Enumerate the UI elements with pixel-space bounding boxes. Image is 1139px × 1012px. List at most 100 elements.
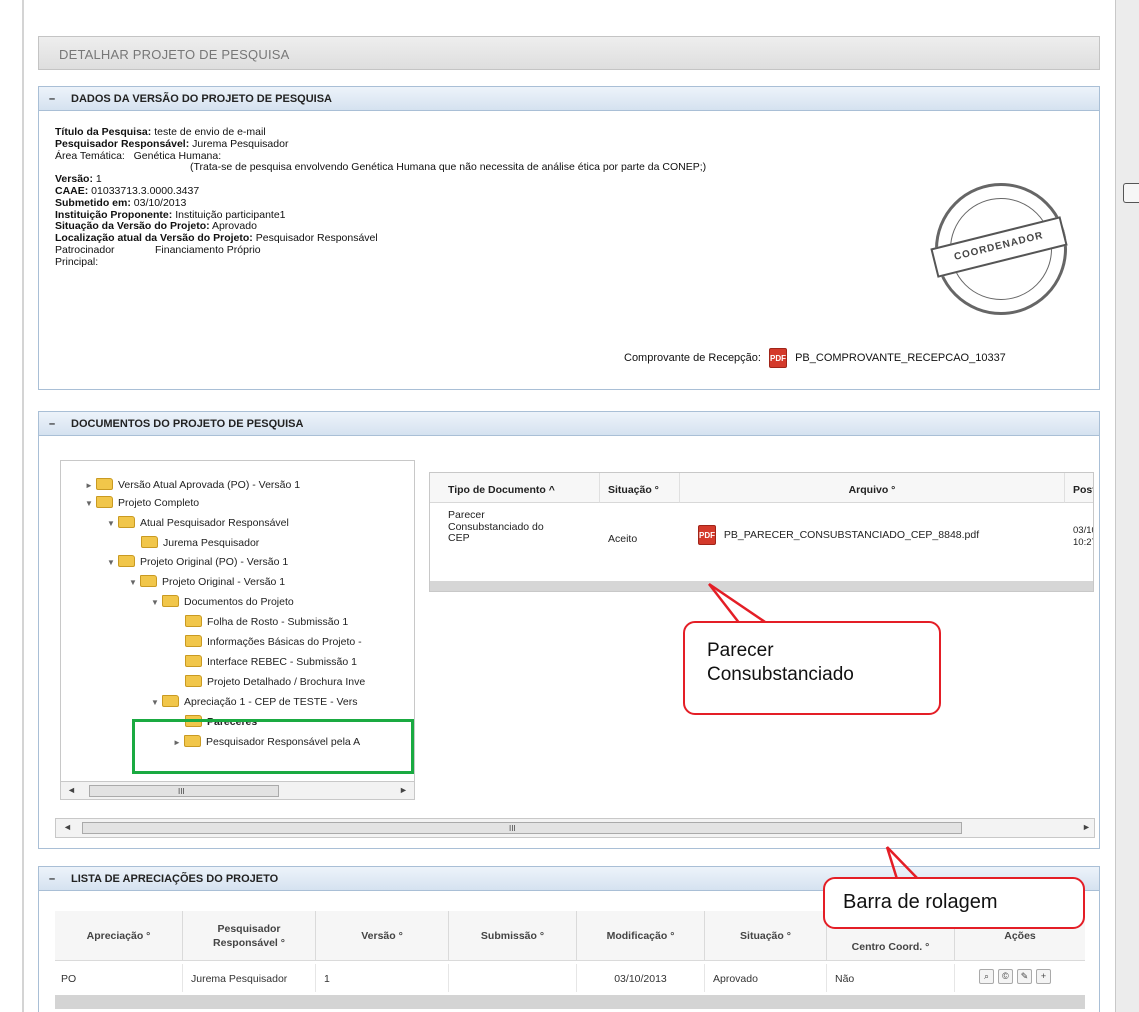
collapse-icon[interactable]: –	[49, 873, 59, 885]
page-title: DETALHAR PROJETO DE PESQUISA	[38, 36, 1100, 70]
main-horizontal-scrollbar[interactable]: ◄ III ►	[55, 818, 1095, 838]
principal-label: Principal:	[55, 255, 99, 268]
left-divider	[22, 0, 24, 1012]
pdf-icon[interactable]: PDF	[698, 525, 716, 545]
folder-icon	[118, 516, 135, 528]
scroll-thumb[interactable]: III	[82, 822, 962, 834]
scrollbar-callout: Barra de rolagem	[823, 877, 1085, 929]
cell-centro-coord: Não	[827, 964, 955, 992]
cell-situacao: Aprovado	[705, 964, 827, 992]
titulo-label: Título da Pesquisa:	[55, 126, 152, 138]
tree-node[interactable]: Interface REBEC - Submissão 1	[185, 655, 357, 668]
pesquisador-label: Pesquisador Responsável:	[55, 137, 190, 150]
folder-icon	[162, 595, 179, 607]
folder-icon	[185, 615, 202, 627]
add-icon[interactable]: +	[1036, 969, 1051, 984]
grip-icon: III	[178, 787, 185, 796]
tree-node[interactable]: ▼ Documentos do Projeto	[151, 595, 294, 608]
grip-icon: III	[509, 824, 516, 833]
tree-node[interactable]: ▼ Apreciação 1 - CEP de TESTE - Vers	[151, 695, 358, 708]
collapse-node-icon[interactable]: ▼	[107, 519, 115, 528]
appraisals-scroll-strip[interactable]	[55, 995, 1085, 1009]
col-situacao[interactable]: Situação °	[600, 473, 680, 503]
col-apreciacao[interactable]: Apreciação °	[55, 911, 183, 961]
folder-icon	[185, 655, 202, 667]
folder-icon	[96, 478, 113, 490]
titulo-value: teste de envio de e-mail	[154, 126, 266, 138]
area-note: (Trata-se de pesquisa envolvendo Genétic…	[190, 161, 707, 174]
callout-line-2: Consubstanciado	[707, 664, 854, 685]
panel-header-documentos[interactable]: – DOCUMENTOS DO PROJETO DE PESQUISA	[39, 412, 1099, 436]
cell-submissao	[449, 964, 577, 992]
collapse-icon[interactable]: –	[49, 418, 59, 430]
arquivo-cell: PDF PB_PARECER_CONSUBSTANCIADO_CEP_8848.…	[698, 525, 979, 545]
col-postagem[interactable]: Posta	[1065, 473, 1093, 503]
pesquisador-value: Jurema Pesquisador	[192, 137, 289, 150]
cell-apreciacao: PO	[55, 964, 183, 992]
documents-table: Tipo de Documento ^ Situação ° Arquivo °…	[429, 472, 1094, 592]
localizacao-label: Localização atual da Versão do Projeto:	[55, 232, 253, 245]
panel-header-dados[interactable]: – DADOS DA VERSÃO DO PROJETO DE PESQUISA	[39, 87, 1099, 111]
versao-label: Versão:	[55, 173, 93, 186]
panel-title: LISTA DE APRECIAÇÕES DO PROJETO	[71, 873, 279, 885]
collapse-node-icon[interactable]: ▼	[107, 558, 115, 567]
situacao-value: Aprovado	[211, 220, 257, 233]
col-submissao[interactable]: Submissão °	[449, 911, 577, 961]
tree-node[interactable]: ▼ Projeto Completo	[85, 496, 199, 509]
scroll-thumb[interactable]: III	[89, 785, 279, 797]
col-versao[interactable]: Versão °	[316, 911, 449, 961]
callout-text: Barra de rolagem	[843, 891, 998, 913]
folder-icon	[141, 536, 158, 548]
col-situacao[interactable]: Situação °	[705, 911, 827, 961]
tree-horizontal-scrollbar[interactable]: ◄ III ►	[61, 781, 414, 799]
folder-icon	[162, 695, 179, 707]
cell-modificacao: 03/10/2013	[577, 964, 705, 992]
submetido-value: 03/10/2013	[133, 196, 187, 209]
folder-icon	[185, 635, 202, 647]
scroll-right-icon[interactable]: ►	[399, 785, 408, 795]
receipt-file-link[interactable]: PB_COMPROVANTE_RECEPCAO_10337	[795, 352, 1006, 364]
collapse-icon[interactable]: –	[49, 93, 59, 105]
postagem-cell: 03/10/ 10:27:	[1073, 525, 1093, 548]
folder-icon	[185, 675, 202, 687]
collapse-node-icon[interactable]: ▼	[151, 698, 159, 707]
docs-table-scrollbar[interactable]	[430, 581, 1093, 591]
col-tipo[interactable]: Tipo de Documento ^	[430, 473, 600, 503]
search-icon[interactable]: ⌕	[979, 969, 994, 984]
panel-title: DOCUMENTOS DO PROJETO DE PESQUISA	[71, 418, 304, 430]
collapse-node-icon[interactable]: ▼	[151, 598, 159, 607]
col-modificacao[interactable]: Modificação °	[577, 911, 705, 961]
tree-node[interactable]: ▼ Atual Pesquisador Responsável	[107, 516, 289, 529]
instituicao-value: Instituição participante1	[175, 208, 286, 221]
collapse-node-icon[interactable]: ▼	[129, 578, 137, 587]
edit-icon[interactable]: ✎	[1017, 969, 1032, 984]
area-value: Genética Humana:	[133, 149, 222, 162]
cell-versao: 1	[316, 964, 449, 992]
callout-line-1: Parecer	[707, 640, 774, 661]
right-sidebar	[1115, 0, 1139, 1012]
col-pesquisador[interactable]: Pesquisador Responsável °	[183, 911, 316, 961]
tree-node[interactable]: Jurema Pesquisador	[141, 536, 259, 549]
arquivo-link[interactable]: PB_PARECER_CONSUBSTANCIADO_CEP_8848.pdf	[724, 529, 979, 541]
tree-node[interactable]: Projeto Detalhado / Brochura Inve	[185, 675, 365, 688]
copyright-icon[interactable]: ©	[998, 969, 1013, 984]
tree-node[interactable]: ▼ Projeto Original - Versão 1	[129, 575, 285, 588]
receipt-line: Comprovante de Recepção: PDF PB_COMPROVA…	[624, 348, 1006, 368]
collapse-node-icon[interactable]: ▼	[85, 499, 93, 508]
tipo-cell: Parecer Consubstanciado do CEP	[448, 509, 544, 544]
tree-node[interactable]: Folha de Rosto - Submissão 1	[185, 615, 348, 628]
tree-node[interactable]: ► Versão Atual Aprovada (PO) - Versão 1	[85, 478, 300, 491]
scroll-left-icon[interactable]: ◄	[63, 822, 72, 832]
submetido-label: Submetido em:	[55, 196, 131, 209]
pdf-icon[interactable]: PDF	[769, 348, 788, 368]
expand-icon[interactable]: ►	[85, 481, 93, 490]
situacao-cell: Aceito	[608, 533, 638, 545]
scroll-left-icon[interactable]: ◄	[67, 785, 76, 795]
tree-node[interactable]: ▼ Projeto Original (PO) - Versão 1	[107, 555, 288, 568]
highlight-box	[132, 719, 414, 774]
col-arquivo[interactable]: Arquivo °	[680, 473, 1065, 503]
tree-node[interactable]: Informações Básicas do Projeto -	[185, 635, 362, 648]
scroll-right-icon[interactable]: ►	[1082, 822, 1091, 832]
home-icon[interactable]	[1123, 183, 1139, 203]
area-label: Área Temática:	[55, 149, 125, 162]
